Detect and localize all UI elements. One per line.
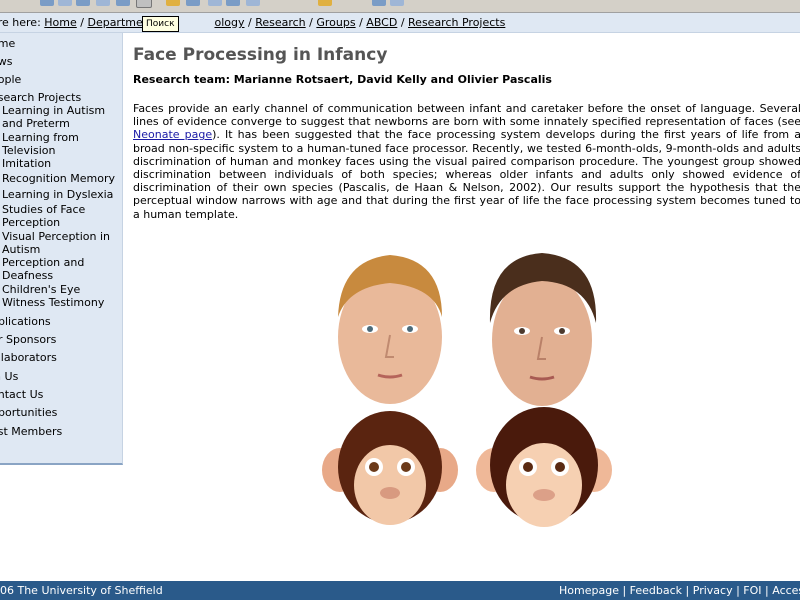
toolbar-icon[interactable] [76, 0, 90, 6]
sidebar-item-people[interactable]: eople [0, 73, 21, 86]
toolbar-icon[interactable] [58, 0, 72, 6]
monkey-face-1 [322, 411, 458, 525]
breadcrumb-separator: / [305, 16, 317, 29]
sidebar-subitem-learning-autism[interactable]: Learning in Autism and Preterm [2, 104, 122, 130]
sidebar-item-home[interactable]: ome [0, 37, 15, 50]
toolbar-icon[interactable] [246, 0, 260, 6]
breadcrumb-separator: / [397, 16, 409, 29]
toolbar-icon[interactable] [208, 0, 222, 6]
intro-paragraph: Faces provide an early channel of commun… [133, 102, 800, 221]
page-title: Face Processing in Infancy [133, 45, 388, 65]
sidebar-item-research-projects[interactable]: esearch Projects [0, 91, 81, 104]
intro-text-part2: ). It has been suggested that the face p… [133, 128, 800, 221]
search-tooltip: Поиск [142, 16, 179, 32]
research-team: Research team: Marianne Rotsaert, David … [133, 73, 552, 86]
breadcrumb-separator: / [355, 16, 367, 29]
breadcrumb-separator: / [76, 16, 88, 29]
sidebar-subitem-recognition-memory[interactable]: Recognition Memory [2, 172, 122, 185]
footer-separator: | [732, 584, 744, 597]
breadcrumb: are here: Home / Departments / ology / R… [0, 13, 800, 33]
toolbar-icon[interactable] [372, 0, 386, 6]
browser-toolbar-strip [0, 0, 800, 13]
footer-copyright: 06 The University of Sheffield [0, 584, 163, 597]
footer-separator: | [682, 584, 693, 597]
sidebar-item-sponsors[interactable]: ur Sponsors [0, 333, 56, 346]
breadcrumb-separator: / [244, 16, 256, 29]
sidebar-subitem-learning-television[interactable]: Learning from Television [2, 131, 122, 157]
toolbar-icon[interactable] [166, 0, 180, 6]
toolbar-icon[interactable] [390, 0, 404, 6]
toolbar-icon[interactable] [226, 0, 240, 6]
footer-link-feedback[interactable]: Feedback [630, 584, 682, 597]
sidebar-subitem-eye-witness[interactable]: Children's Eye Witness Testimony [2, 283, 122, 309]
sidebar-subitem-learning-dyslexia[interactable]: Learning in Dyslexia [2, 188, 122, 201]
breadcrumb-link-abcd[interactable]: ABCD [366, 16, 397, 29]
sidebar-item-join-us[interactable]: in Us [0, 370, 18, 383]
breadcrumb-link-psychology[interactable]: ology [214, 16, 244, 29]
breadcrumb-link-research-projects[interactable]: Research Projects [408, 16, 505, 29]
sidebar-item-news[interactable]: ews [0, 55, 13, 68]
human-face-1 [338, 255, 442, 404]
toolbar-icon[interactable] [96, 0, 110, 6]
sidebar-item-collaborators[interactable]: ollaborators [0, 351, 57, 364]
neonate-page-link[interactable]: Neonate page [133, 128, 212, 141]
breadcrumb-link-groups[interactable]: Groups [316, 16, 355, 29]
breadcrumb-link-home[interactable]: Home [44, 16, 76, 29]
face-stimuli-figure [322, 253, 612, 527]
human-face-2 [489, 253, 597, 406]
monkey-face-2 [476, 407, 612, 527]
sidebar-subitem-perception-deafness[interactable]: Perception and Deafness [2, 256, 122, 282]
breadcrumb-link-research[interactable]: Research [255, 16, 305, 29]
footer-link-homepage[interactable]: Homepage [559, 584, 619, 597]
breadcrumb-prefix: are here: [0, 16, 41, 29]
toolbar-icon[interactable] [318, 0, 332, 6]
sidebar: ome ews eople esearch Projects Learning … [0, 33, 123, 465]
sidebar-item-past-members[interactable]: ast Members [0, 425, 62, 438]
sidebar-subitem-face-perception[interactable]: Studies of Face Perception [2, 203, 122, 229]
footer: 06 The University of Sheffield Homepage … [0, 581, 800, 600]
intro-text-part1: Faces provide an early channel of commun… [133, 102, 800, 129]
toolbar-icon[interactable] [186, 0, 200, 6]
sidebar-subitem-imitation[interactable]: Imitation [2, 157, 122, 170]
footer-link-privacy[interactable]: Privacy [693, 584, 733, 597]
search-toolbar-icon[interactable] [136, 0, 152, 8]
footer-separator: | [761, 584, 773, 597]
footer-links: Homepage | Feedback | Privacy | FOI | Ac… [559, 581, 800, 600]
footer-link-foi[interactable]: FOI [743, 584, 761, 597]
sidebar-item-contact-us[interactable]: ontact Us [0, 388, 43, 401]
sidebar-subitem-visual-perception[interactable]: Visual Perception in Autism [2, 230, 122, 256]
sidebar-item-opportunities[interactable]: pportunities [0, 406, 57, 419]
sidebar-item-publications[interactable]: ublications [0, 315, 51, 328]
footer-link-accessibility[interactable]: Accessibility [772, 584, 800, 597]
footer-separator: | [618, 584, 630, 597]
toolbar-icon[interactable] [116, 0, 130, 6]
toolbar-icon[interactable] [40, 0, 54, 6]
